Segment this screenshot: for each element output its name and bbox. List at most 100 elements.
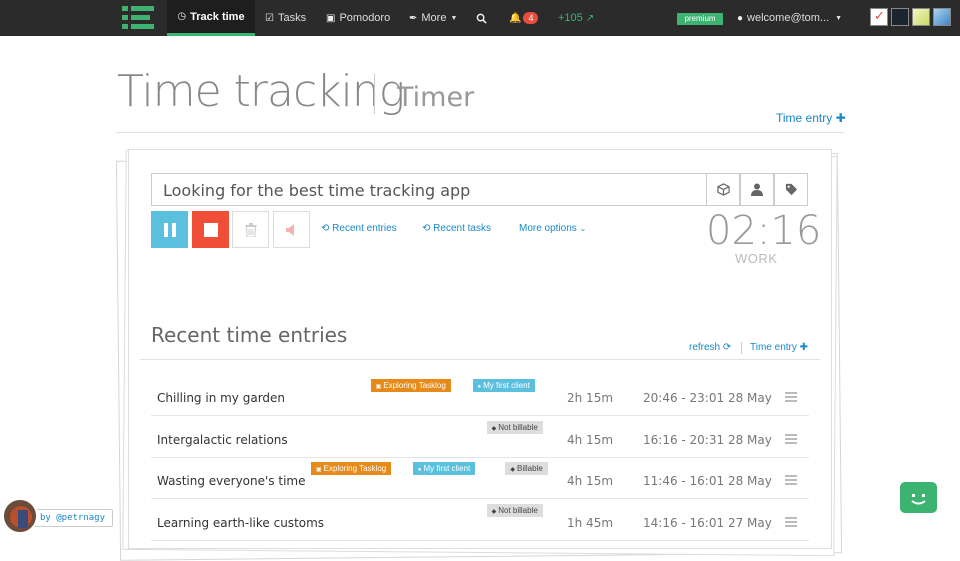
- pause-button[interactable]: [151, 211, 188, 248]
- tag-type-icon: ●: [477, 384, 482, 390]
- tag-type-icon: ▣: [375, 384, 382, 390]
- tag-type-icon: ▣: [316, 467, 322, 473]
- entry-tag[interactable]: ◆ Billable: [505, 462, 548, 475]
- entry-tag[interactable]: ▣ Exploring Tasklog: [370, 379, 451, 392]
- entry-duration: 2h 15m: [567, 391, 614, 405]
- sound-button[interactable]: [273, 211, 310, 248]
- entry-tag-label: Billable: [517, 464, 543, 473]
- recent-entries-link[interactable]: ⟲ Recent entries: [321, 223, 397, 234]
- notifications-button[interactable]: 🔔 4: [509, 0, 539, 36]
- author-avatar[interactable]: [2, 498, 38, 534]
- page-title: Time tracking: [117, 66, 405, 117]
- nav-tasks[interactable]: ☑ Tasks: [265, 0, 306, 36]
- app-logo[interactable]: [122, 4, 154, 32]
- table-row[interactable]: ◆ Billable ● My first client ▣ Exploring Task…: [151, 458, 809, 499]
- theme-swatch-blue[interactable]: [933, 8, 951, 26]
- hamburger-menu-icon[interactable]: [785, 516, 797, 527]
- recent-time-entry-link[interactable]: Time entry ✚: [750, 342, 808, 353]
- hamburger-menu-icon[interactable]: [785, 433, 797, 444]
- entry-tag[interactable]: ◆ Not billable: [486, 503, 543, 517]
- history-icon: ⟲: [422, 223, 431, 234]
- more-options-link[interactable]: More options ⌄: [519, 223, 586, 234]
- refresh-link[interactable]: refresh ⟳: [689, 342, 731, 353]
- entry-time-range: 16:16 - 20:31 28 May: [643, 432, 772, 447]
- entry-time-range: 11:46 - 16:01 28 May: [643, 474, 772, 488]
- chat-widget-button[interactable]: [900, 482, 937, 513]
- arrow-up-right-icon: ↗: [585, 12, 595, 24]
- history-icon: ⟲: [321, 223, 330, 234]
- speaker-icon: [285, 223, 294, 236]
- author-byline[interactable]: by @petrnagy: [33, 509, 113, 527]
- user-menu[interactable]: ● welcome@tom... ▼: [737, 0, 842, 36]
- recent-entries-label: Recent entries: [332, 223, 397, 234]
- entry-duration: 1h 45m: [567, 515, 614, 530]
- timer-clock: 02:16: [706, 208, 822, 254]
- entry-tag[interactable]: ● My first client: [472, 379, 535, 392]
- tag-type-icon: ●: [417, 467, 422, 473]
- entry-tag-label: My first client: [423, 464, 471, 473]
- entry-tag[interactable]: ◆ Not billable: [486, 420, 543, 434]
- nav-track-time-label: Track time: [190, 10, 245, 23]
- recent-time-entry-label: Time entry: [750, 342, 797, 353]
- theme-swatch-white[interactable]: ✓: [870, 8, 888, 26]
- table-row[interactable]: ◆ Not billable Intergalactic relations 4h 1…: [151, 417, 809, 458]
- pause-icon: [163, 222, 176, 237]
- entry-time-range: 20:46 - 23:01 28 May: [643, 391, 772, 405]
- cube-icon: [716, 183, 730, 196]
- table-row[interactable]: ◆ Not billable Learning earth-like customs…: [151, 500, 809, 541]
- refresh-icon: ⟳: [722, 342, 732, 353]
- tag-type-icon: ◆: [510, 467, 516, 473]
- project-button[interactable]: [706, 173, 740, 206]
- search-button[interactable]: [476, 0, 487, 36]
- tag-type-icon: ◆: [491, 425, 497, 432]
- plus-icon: ✚: [799, 342, 809, 353]
- delete-button[interactable]: [232, 211, 269, 248]
- refresh-label: refresh: [689, 342, 721, 353]
- task-description-input[interactable]: Looking for the best time tracking app: [151, 173, 707, 206]
- entry-name: Learning earth-like customs: [157, 515, 325, 530]
- time-entry-link[interactable]: Time entry ✚: [776, 111, 846, 125]
- stop-icon: [203, 222, 218, 237]
- entry-tag[interactable]: ▣ Exploring Tasklog: [311, 462, 392, 475]
- double-chevron-down-icon: ⌄: [579, 224, 587, 233]
- nav-track-time[interactable]: ◷ Track time: [167, 0, 255, 36]
- entry-tag[interactable]: ● My first client: [412, 462, 476, 475]
- nav-more-dropdown[interactable]: ✒ More ▼: [409, 0, 457, 36]
- caret-down-icon: ▼: [835, 14, 843, 22]
- tag-button[interactable]: [774, 173, 808, 206]
- caret-down-icon: ▼: [450, 14, 458, 22]
- wrench-icon: ✒: [409, 12, 418, 24]
- stop-button[interactable]: [192, 211, 229, 248]
- points-indicator[interactable]: +105 ↗: [558, 0, 594, 36]
- table-row[interactable]: ● My first client ▣ Exploring Tasklog Chilli…: [151, 375, 809, 416]
- hamburger-menu-icon[interactable]: [785, 475, 797, 485]
- entry-name: Chilling in my garden: [157, 391, 286, 405]
- search-icon: [476, 13, 487, 24]
- header-divider: [116, 132, 844, 133]
- nav-pomodoro[interactable]: ▣ Pomodoro: [326, 0, 390, 36]
- entry-duration: 4h 15m: [567, 432, 614, 447]
- client-button[interactable]: [740, 173, 774, 206]
- entry-time-range: 14:16 - 16:01 27 May: [643, 515, 772, 530]
- clock-icon: ◷: [177, 11, 187, 22]
- entry-tag-label: Exploring Tasklog: [323, 464, 387, 473]
- page-subtitle: Timer: [397, 82, 475, 113]
- points-value: +105: [558, 12, 583, 24]
- entry-name: Intergalactic relations: [157, 432, 288, 447]
- user-email: welcome@tom...: [747, 12, 830, 24]
- trash-icon: [244, 222, 257, 237]
- time-entry-link-label: Time entry: [776, 111, 833, 125]
- recent-entries-title: Recent time entries: [151, 323, 348, 347]
- tag-type-icon: ◆: [491, 508, 497, 515]
- premium-badge[interactable]: premium: [677, 13, 723, 25]
- hamburger-menu-icon[interactable]: [785, 392, 797, 402]
- nav-more-label: More: [421, 12, 447, 24]
- tag-icon: [785, 183, 797, 196]
- recent-tasks-link[interactable]: ⟲ Recent tasks: [422, 223, 491, 234]
- theme-swatch-dark[interactable]: [891, 8, 909, 26]
- smiley-icon: [911, 494, 926, 505]
- user-icon: [751, 183, 763, 196]
- gift-icon: ▣: [326, 12, 336, 24]
- entry-tag-label: Not billable: [498, 505, 538, 515]
- theme-swatch-lime[interactable]: [912, 8, 930, 26]
